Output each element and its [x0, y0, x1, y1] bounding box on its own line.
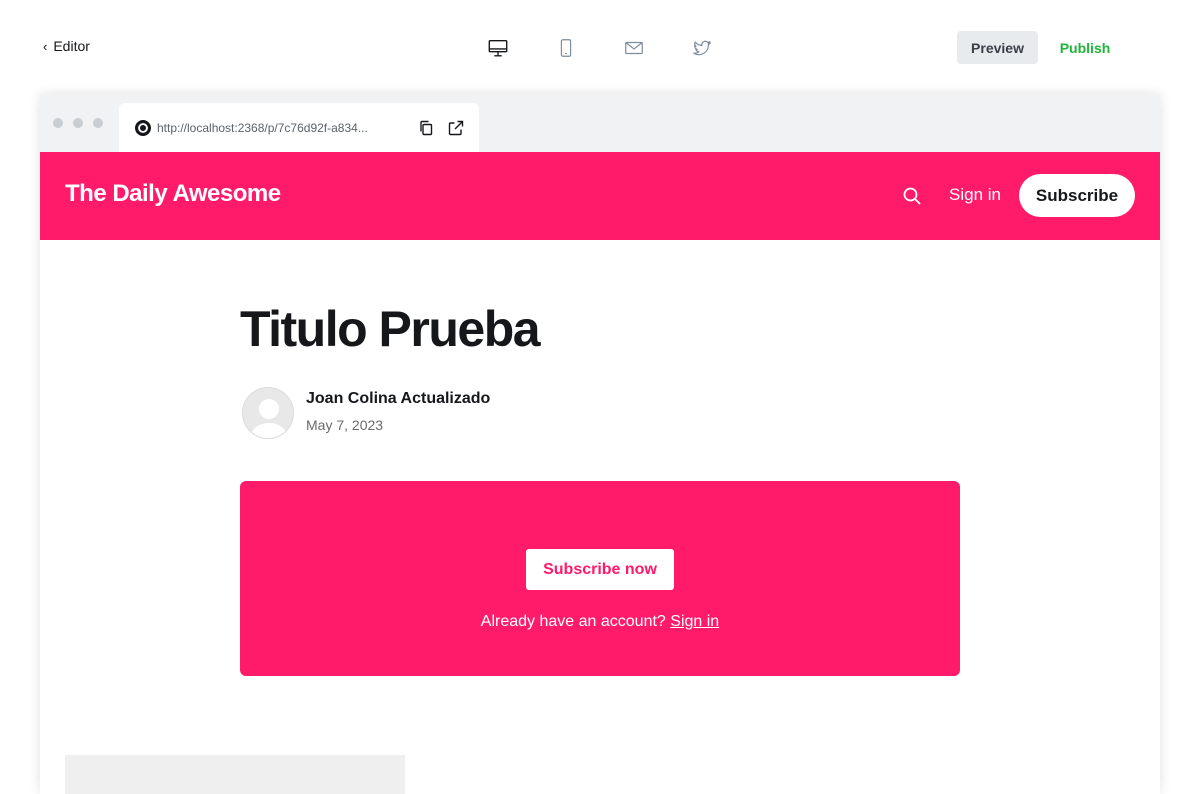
cta-account-question: Already have an account? [480, 613, 666, 630]
site-title[interactable]: The Daily Awesome [65, 180, 281, 208]
subscribe-cta-box: Subscribe now Already have an account? S… [240, 481, 960, 676]
header-subscribe-button[interactable]: Subscribe [1019, 174, 1135, 217]
email-icon[interactable] [622, 36, 646, 60]
site-favicon-icon [135, 119, 151, 136]
window-dot [53, 118, 63, 128]
chevron-left-icon: ‹ [43, 38, 48, 54]
open-external-icon[interactable] [447, 119, 465, 137]
author-name[interactable]: Joan Colina Actualizado [306, 390, 490, 408]
editor-toolbar: ‹ Editor Preview Publish [0, 0, 1200, 94]
back-label: Editor [53, 38, 90, 54]
content-placeholder [65, 755, 405, 794]
site-header: The Daily Awesome Sign in Subscribe [40, 152, 1160, 240]
copy-url-icon[interactable] [417, 119, 435, 137]
back-to-editor-link[interactable]: ‹ Editor [43, 38, 90, 54]
header-signin-link[interactable]: Sign in [949, 185, 1001, 205]
url-tab: http://localhost:2368/p/7c76d92f-a834... [119, 103, 479, 152]
mobile-icon[interactable] [554, 36, 578, 60]
browser-preview-frame: http://localhost:2368/p/7c76d92f-a834...… [40, 94, 1160, 794]
window-dot [93, 118, 103, 128]
preview-url: http://localhost:2368/p/7c76d92f-a834... [157, 120, 368, 135]
site-preview: The Daily Awesome Sign in Subscribe Titu… [40, 152, 1160, 794]
window-dot [73, 118, 83, 128]
post-title: Titulo Prueba [240, 301, 541, 357]
preview-device-switcher [486, 36, 714, 60]
publish-button[interactable]: Publish [1050, 31, 1120, 64]
window-dots [53, 118, 103, 128]
subscribe-now-button[interactable]: Subscribe now [526, 549, 674, 590]
cta-signin-link[interactable]: Sign in [670, 613, 719, 630]
preview-button[interactable]: Preview [957, 31, 1038, 64]
twitter-icon[interactable] [690, 36, 714, 60]
desktop-icon[interactable] [486, 36, 510, 60]
post-date: May 7, 2023 [306, 417, 384, 433]
cta-account-text: Already have an account? Sign in [240, 613, 960, 631]
search-icon[interactable] [902, 186, 922, 206]
author-avatar [242, 387, 294, 439]
